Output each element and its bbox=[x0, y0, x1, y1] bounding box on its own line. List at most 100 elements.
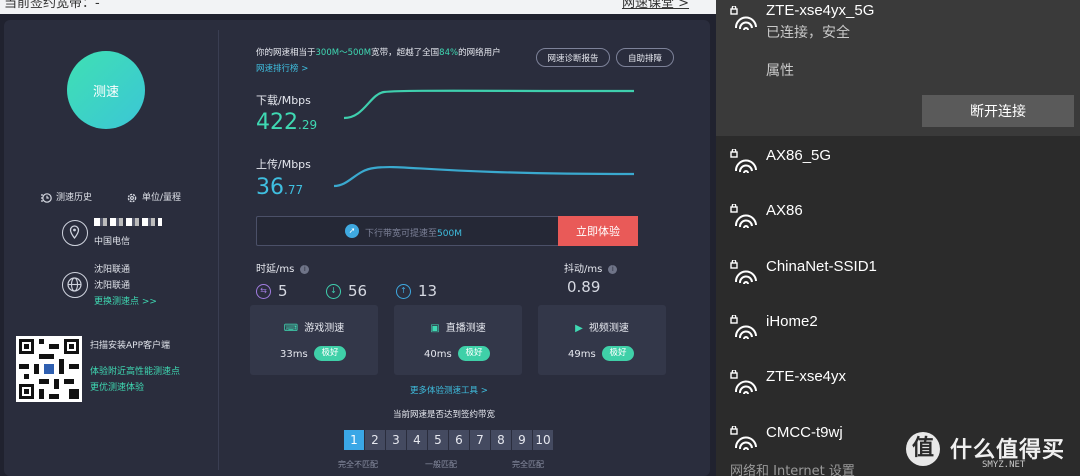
video-test-ms: 49ms bbox=[568, 349, 596, 360]
scale-cell-8: 8 bbox=[491, 430, 511, 450]
speed-summary: 你的网速相当于300M～500M宽带，超越了全国84%的网络用户 bbox=[256, 48, 501, 58]
start-test-button[interactable]: 测速 bbox=[67, 51, 145, 129]
wifi-network-item[interactable]: ChinaNet-SSID1 bbox=[716, 248, 1080, 303]
bandwidth-match-title: 当前网速是否达到签约带宽 bbox=[393, 410, 496, 420]
scale-cell-6: 6 bbox=[449, 430, 469, 450]
video-test-card[interactable]: ▶ 视频测速 49ms 极好 bbox=[538, 305, 666, 375]
diagnosis-report-button[interactable]: 网速诊断报告 bbox=[536, 48, 610, 67]
wifi-secured-icon bbox=[730, 259, 757, 284]
download-label: 下载/Mbps bbox=[256, 94, 311, 107]
scale-cell-2: 2 bbox=[365, 430, 385, 450]
wifi-network-item[interactable]: AX86_5G bbox=[716, 137, 1080, 192]
video-test-rating: 极好 bbox=[602, 346, 634, 361]
wifi-secured-icon bbox=[730, 204, 757, 229]
wifi-secured-icon bbox=[730, 149, 757, 174]
wifi-secured-icon bbox=[730, 6, 757, 31]
speed-class-link[interactable]: 网速课堂 > bbox=[622, 0, 689, 11]
promo-text: 下行带宽可提速至500M bbox=[365, 229, 462, 239]
scale-label-low: 完全不匹配 bbox=[338, 460, 378, 469]
live-test-ms: 40ms bbox=[424, 349, 452, 360]
connected-status: 已连接，安全 bbox=[766, 25, 850, 41]
top-strip: 当前签约宽带：- 网速课堂 > bbox=[0, 0, 716, 14]
connected-network-name: ZTE-xse4yx_5G bbox=[766, 2, 875, 19]
globe-icon bbox=[62, 272, 88, 298]
live-test-name: ▣ 直播测速 bbox=[430, 323, 486, 334]
ip-address-blurred bbox=[94, 218, 162, 229]
upload-curve bbox=[334, 165, 634, 188]
wifi-network-name: AX86 bbox=[766, 202, 803, 220]
idle-latency-icon: ⇆ bbox=[256, 284, 271, 299]
speed-ranking-link[interactable]: 网速排行榜 > bbox=[256, 62, 308, 74]
download-latency: ↓ 56 bbox=[326, 282, 367, 300]
upload-label: 上传/Mbps bbox=[256, 158, 311, 171]
scale-cell-3: 3 bbox=[386, 430, 406, 450]
unit-range-button[interactable]: 单位/量程 bbox=[126, 190, 181, 204]
speed-test-panel: 测速 测速历史 单位/量程 中国电信 沈阳联通 沈阳联通 更换测速点 >> 扫描… bbox=[0, 14, 716, 476]
wifi-network-item[interactable]: ZTE-xse4yx bbox=[716, 358, 1080, 413]
upload-latency: ↑ 13 bbox=[396, 282, 437, 300]
live-tv-icon: ▣ bbox=[430, 323, 440, 334]
wifi-secured-icon bbox=[730, 314, 757, 340]
scale-cell-7: 7 bbox=[470, 430, 490, 450]
idle-latency: ⇆ 5 bbox=[256, 282, 288, 300]
download-curve bbox=[344, 89, 634, 120]
speed-test-card: 测速 测速历史 单位/量程 中国电信 沈阳联通 沈阳联通 更换测速点 >> 扫描… bbox=[4, 20, 710, 476]
video-icon: ▶ bbox=[575, 323, 583, 334]
upload-arrow-icon: ↑ bbox=[396, 284, 411, 299]
isp-name: 中国电信 bbox=[94, 237, 131, 247]
better-experience-link[interactable]: 更优测速体验 bbox=[90, 380, 144, 393]
jitter-info-icon[interactable]: i bbox=[608, 264, 618, 274]
scale-label-mid: 一般匹配 bbox=[425, 460, 457, 469]
wifi-network-name: ChinaNet-SSID1 bbox=[766, 257, 877, 275]
game-test-ms: 33ms bbox=[280, 349, 308, 360]
watermark-subtext: SMYZ.NET bbox=[982, 460, 1026, 470]
properties-link[interactable]: 属性 bbox=[766, 60, 794, 80]
change-server-link[interactable]: 更换测速点 >> bbox=[94, 294, 157, 307]
history-icon bbox=[41, 192, 52, 203]
wifi-network-name: CMCC-t9wj bbox=[766, 423, 843, 441]
upload-speed: 36.77 bbox=[256, 175, 304, 200]
download-arrow-icon: ↓ bbox=[326, 284, 341, 299]
history-label: 测速历史 bbox=[56, 193, 93, 203]
unit-range-label: 单位/量程 bbox=[142, 193, 182, 203]
wifi-network-item[interactable]: iHome2 bbox=[716, 303, 1080, 358]
scale-cell-1: 1 bbox=[344, 430, 364, 450]
game-test-card[interactable]: ⌨ 游戏测速 33ms 极好 bbox=[250, 305, 378, 375]
latency-info-icon[interactable]: i bbox=[300, 264, 310, 274]
location-pin-icon bbox=[62, 220, 88, 246]
game-test-rating: 极好 bbox=[314, 346, 346, 361]
try-now-button[interactable]: 立即体验 bbox=[558, 216, 638, 246]
nearby-server-link[interactable]: 体验附近高性能测速点 bbox=[90, 364, 180, 377]
video-test-name: ▶ 视频测速 bbox=[575, 323, 629, 334]
wifi-network-name: iHome2 bbox=[766, 312, 818, 330]
wifi-secured-icon bbox=[730, 425, 757, 450]
scale-cell-4: 4 bbox=[407, 430, 427, 450]
contract-bandwidth-text: 当前签约宽带：- bbox=[4, 0, 100, 11]
wifi-network-name: AX86_5G bbox=[766, 147, 832, 164]
scale-cell-10: 10 bbox=[533, 430, 553, 450]
panel-divider bbox=[218, 30, 219, 470]
network-settings-link[interactable]: 网络和 Internet 设置 bbox=[730, 460, 855, 476]
history-button[interactable]: 测速历史 bbox=[40, 190, 92, 204]
game-test-name: ⌨ 游戏测速 bbox=[283, 323, 345, 334]
disconnect-button[interactable]: 断开连接 bbox=[922, 95, 1074, 127]
server-city: 沈阳联通 bbox=[94, 265, 131, 275]
download-speed: 422.29 bbox=[256, 110, 318, 135]
qr-title: 扫描安装APP客户端 bbox=[90, 341, 171, 351]
jitter-label: 抖动/ms i bbox=[564, 260, 618, 275]
app-qr-code bbox=[16, 336, 82, 402]
more-tools-link[interactable]: 更多体验测速工具 > bbox=[410, 384, 488, 396]
live-test-rating: 极好 bbox=[458, 346, 490, 361]
scale-cell-9: 9 bbox=[512, 430, 532, 450]
jitter-value: 0.89 bbox=[567, 278, 601, 296]
scale-label-high: 完全匹配 bbox=[512, 460, 544, 469]
gamepad-icon: ⌨ bbox=[283, 323, 299, 334]
live-test-card[interactable]: ▣ 直播测速 40ms 极好 bbox=[394, 305, 522, 375]
self-troubleshoot-button[interactable]: 自助排障 bbox=[616, 48, 674, 67]
gear-icon bbox=[127, 193, 137, 202]
server-name: 沈阳联通 bbox=[94, 281, 131, 291]
bandwidth-match-scale: 1 2 3 4 5 6 7 8 9 10 bbox=[344, 430, 553, 450]
wifi-network-name: ZTE-xse4yx bbox=[766, 368, 847, 386]
wifi-network-item[interactable]: AX86 bbox=[716, 192, 1080, 247]
connected-network[interactable]: ZTE-xse4yx_5G 已连接，安全 属性 断开连接 bbox=[716, 0, 1080, 136]
